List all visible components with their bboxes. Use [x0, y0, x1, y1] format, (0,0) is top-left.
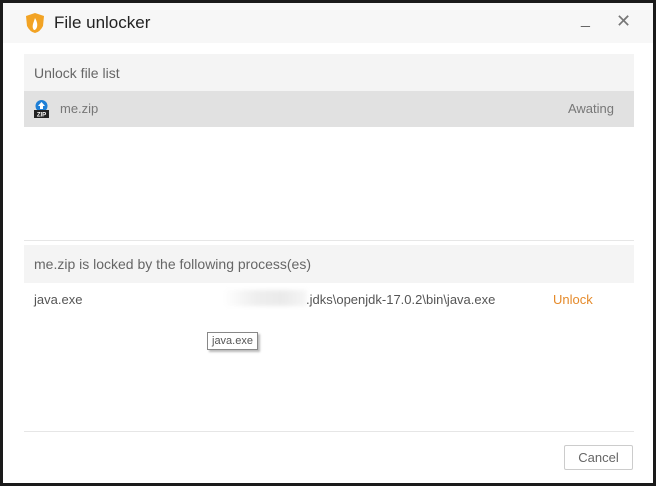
file-name: me.zip: [60, 101, 99, 116]
divider: [24, 240, 634, 241]
zip-icon: ZIP: [34, 100, 49, 119]
shield-flame-logo-icon: [26, 13, 44, 33]
file-list-header: Unlock file list: [24, 54, 634, 92]
footer-divider: [24, 431, 634, 432]
process-list-header: me.zip is locked by the following proces…: [24, 245, 634, 283]
redacted-path: [223, 290, 307, 306]
title-bar: File unlocker _ ✕: [3, 3, 653, 43]
close-button[interactable]: ✕: [616, 11, 636, 33]
process-path: .jdks\openjdk-17.0.2\bin\java.exe: [306, 292, 496, 307]
svg-text:ZIP: ZIP: [37, 113, 46, 119]
cancel-button[interactable]: Cancel: [564, 445, 633, 470]
file-status: Awating: [567, 101, 614, 116]
minimize-button[interactable]: _: [581, 11, 601, 33]
file-list-item[interactable]: ZIP me.zip Awating: [24, 91, 634, 127]
process-name: java.exe: [34, 292, 83, 307]
tooltip: java.exe: [207, 332, 258, 350]
file-unlocker-window: File unlocker _ ✕ Unlock file list ZIP m…: [3, 3, 653, 483]
unlock-link[interactable]: Unlock: [553, 292, 593, 307]
window-title: File unlocker: [54, 13, 151, 32]
